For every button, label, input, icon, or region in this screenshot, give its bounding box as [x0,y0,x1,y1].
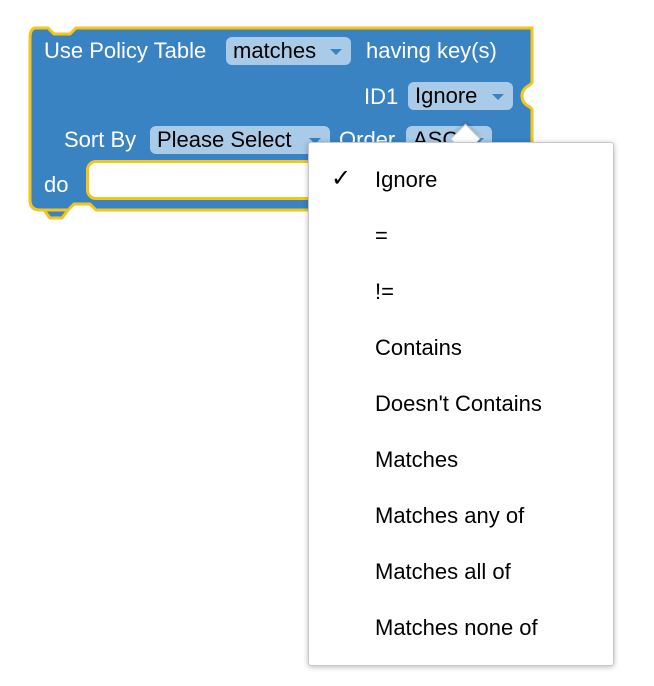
menu-item-label: Matches none of [375,615,538,640]
chevron-down-icon [492,94,504,100]
do-statement-slot[interactable] [86,160,326,200]
menu-item-label: Matches any of [375,503,525,528]
block-title-label: Use Policy Table [44,38,207,63]
dropdown-pointer-cover [446,143,486,157]
menu-item-not-equals[interactable]: != [309,265,613,321]
menu-item-label: Contains [375,335,462,360]
do-label: do [44,172,69,197]
key-operator-value: Ignore [415,83,478,108]
policy-table-dropdown[interactable]: matches [226,37,351,65]
menu-item-contains[interactable]: Contains [309,321,613,377]
sort-by-value: Please Select [157,127,292,152]
key-operator-menu: ✓ Ignore = != Contains Doesn't Contains … [308,142,614,666]
menu-item-label: != [375,279,394,304]
menu-item-label: Doesn't Contains [375,391,542,416]
menu-item-label: = [375,223,388,248]
having-keys-label: having key(s) [366,38,497,63]
menu-item-matches-none-of[interactable]: Matches none of [309,601,613,657]
menu-item-matches-all-of[interactable]: Matches all of [309,545,613,601]
workspace: Use Policy Table matches having key(s) I… [0,0,654,686]
checkmark-icon: ✓ [331,165,352,192]
key-operator-dropdown[interactable]: Ignore [408,82,513,110]
menu-item-matches-any-of[interactable]: Matches any of [309,489,613,545]
sort-by-label: Sort By [64,127,137,152]
menu-item-label: Matches all of [375,559,511,584]
sort-by-dropdown[interactable]: Please Select [150,126,330,154]
menu-item-doesnt-contains[interactable]: Doesn't Contains [309,377,613,433]
policy-table-value: matches [233,38,317,63]
menu-item-matches[interactable]: Matches [309,433,613,489]
key-name-label: ID1 [364,84,399,109]
menu-item-label: Matches [375,447,459,472]
menu-item-ignore[interactable]: ✓ Ignore [309,153,613,209]
chevron-down-icon [330,49,342,55]
menu-item-equals[interactable]: = [309,209,613,265]
menu-item-label: Ignore [375,167,438,192]
